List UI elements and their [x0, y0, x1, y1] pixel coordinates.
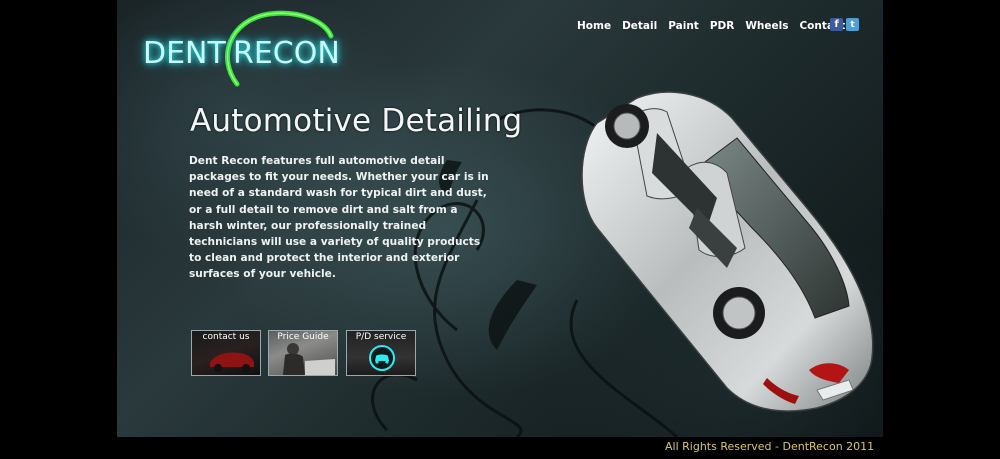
page-background: DENT RECON Home Detail Paint PDR Wheels … — [117, 0, 883, 437]
contact-us-label: contact us — [202, 332, 250, 342]
footer: All Rights Reserved - DentRecon 2011 — [0, 437, 1000, 459]
nav-home[interactable]: Home — [577, 20, 611, 36]
main-nav: Home Detail Paint PDR Wheels Contact — [577, 20, 856, 36]
pd-service-label: P/D service — [355, 332, 407, 342]
intro-paragraph: Dent Recon features full automotive deta… — [189, 155, 489, 281]
price-guide-label: Price Guide — [277, 332, 329, 342]
facebook-icon[interactable]: f — [830, 18, 843, 31]
logo-text-dent: DENT — [143, 36, 226, 71]
nav-detail[interactable]: Detail — [622, 20, 657, 36]
twitter-icon[interactable]: t — [846, 18, 859, 31]
social-links: f t — [830, 18, 859, 31]
nav-paint[interactable]: Paint — [668, 20, 699, 36]
price-guide-button[interactable]: Price Guide — [268, 330, 338, 376]
page-title: Automotive Detailing — [190, 103, 523, 139]
logo-text-recon: RECON — [233, 36, 340, 71]
pd-service-button[interactable]: P/D service — [346, 330, 416, 376]
nav-wheels[interactable]: Wheels — [745, 20, 788, 36]
contact-us-button[interactable]: contact us — [191, 330, 261, 376]
car-image — [581, 91, 874, 412]
copyright-text: All Rights Reserved - DentRecon 2011 — [665, 440, 875, 453]
nav-pdr[interactable]: PDR — [710, 20, 735, 36]
logo[interactable]: DENT RECON — [139, 6, 359, 88]
